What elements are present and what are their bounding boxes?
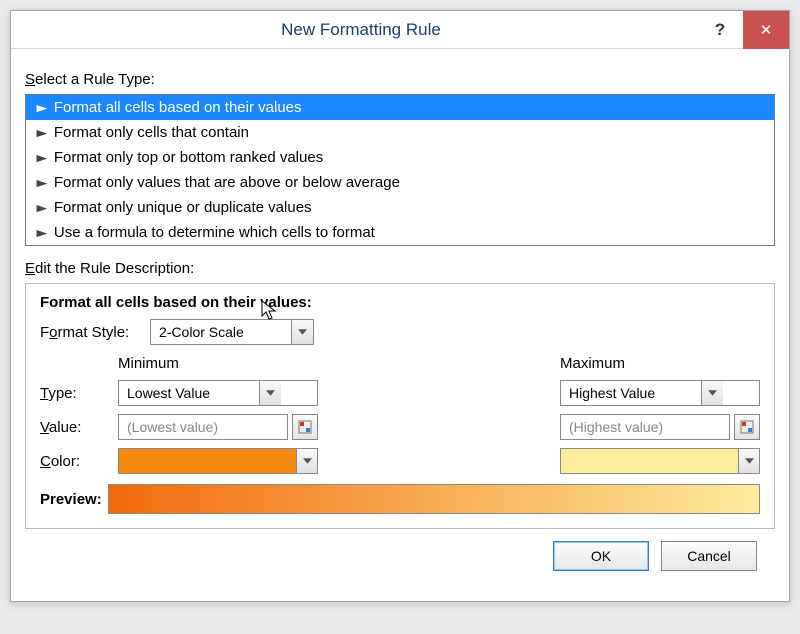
rule-desc-panel: Format all cells based on their values: … bbox=[25, 283, 775, 529]
chevron-down-icon[interactable] bbox=[291, 320, 313, 344]
format-style-select[interactable]: 2-Color Scale bbox=[150, 319, 314, 345]
chevron-down-icon[interactable] bbox=[296, 448, 318, 474]
window-title: New Formatting Rule bbox=[25, 20, 697, 40]
close-button[interactable]: ✕ bbox=[743, 11, 789, 49]
window-controls: ? ✕ bbox=[697, 11, 789, 49]
dialog-footer: OK Cancel bbox=[25, 529, 775, 587]
rule-type-item-label: Format only top or bottom ranked values bbox=[54, 149, 323, 166]
type-max-value: Highest Value bbox=[561, 381, 701, 405]
rule-type-item-3[interactable]: ► Format only values that are above or b… bbox=[26, 170, 774, 195]
format-style-label: Format Style: bbox=[40, 324, 150, 341]
type-max-select[interactable]: Highest Value bbox=[560, 380, 760, 406]
chevron-down-icon[interactable] bbox=[701, 381, 723, 405]
rule-desc-title: Format all cells based on their values: bbox=[40, 294, 760, 311]
color-max-swatch bbox=[560, 448, 738, 474]
rule-type-item-label: Use a formula to determine which cells t… bbox=[54, 224, 375, 241]
rule-type-item-0[interactable]: ► Format all cells based on their values bbox=[26, 95, 774, 120]
arrow-icon: ► bbox=[33, 151, 51, 165]
rule-type-list[interactable]: ► Format all cells based on their values… bbox=[25, 94, 775, 246]
rule-type-item-label: Format only unique or duplicate values bbox=[54, 199, 312, 216]
type-min-value: Lowest Value bbox=[119, 381, 259, 405]
minmax-grid: Type: Lowest Value Highest Value Value: … bbox=[40, 380, 760, 474]
arrow-icon: ► bbox=[33, 126, 51, 140]
range-picker-icon[interactable] bbox=[734, 414, 760, 440]
color-max-select[interactable] bbox=[560, 448, 760, 474]
color-min-select[interactable] bbox=[118, 448, 318, 474]
maximum-heading: Maximum bbox=[560, 355, 760, 372]
chevron-down-icon[interactable] bbox=[259, 381, 281, 405]
color-min-swatch bbox=[118, 448, 296, 474]
rule-type-item-1[interactable]: ► Format only cells that contain bbox=[26, 120, 774, 145]
dialog-body: Select a Rule Type: ► Format all cells b… bbox=[11, 49, 789, 601]
format-style-row: Format Style: 2-Color Scale bbox=[40, 319, 760, 345]
rule-type-item-label: Format only values that are above or bel… bbox=[54, 174, 400, 191]
value-max-row: (Highest value) bbox=[560, 414, 760, 440]
arrow-icon: ► bbox=[33, 101, 51, 115]
rule-type-item-2[interactable]: ► Format only top or bottom ranked value… bbox=[26, 145, 774, 170]
range-picker-icon[interactable] bbox=[292, 414, 318, 440]
format-style-value: 2-Color Scale bbox=[151, 320, 291, 344]
chevron-down-icon[interactable] bbox=[738, 448, 760, 474]
help-button[interactable]: ? bbox=[697, 11, 743, 49]
value-min-input[interactable]: (Lowest value) bbox=[118, 414, 288, 440]
minimum-heading: Minimum bbox=[118, 355, 318, 372]
preview-gradient bbox=[108, 484, 760, 514]
rule-type-label: Select a Rule Type: bbox=[25, 71, 775, 88]
arrow-icon: ► bbox=[33, 201, 51, 215]
value-max-input[interactable]: (Highest value) bbox=[560, 414, 730, 440]
value-min-row: (Lowest value) bbox=[118, 414, 318, 440]
rule-type-item-5[interactable]: ► Use a formula to determine which cells… bbox=[26, 220, 774, 245]
rule-type-item-label: Format all cells based on their values bbox=[54, 99, 302, 116]
rule-type-item-label: Format only cells that contain bbox=[54, 124, 249, 141]
rule-desc-label: Edit the Rule Description: bbox=[25, 260, 775, 277]
minmax-headers: Minimum Maximum bbox=[40, 355, 760, 374]
ok-button[interactable]: OK bbox=[553, 541, 649, 571]
cancel-button[interactable]: Cancel bbox=[661, 541, 757, 571]
arrow-icon: ► bbox=[33, 176, 51, 190]
arrow-icon: ► bbox=[33, 226, 51, 240]
dialog-window: New Formatting Rule ? ✕ Select a Rule Ty… bbox=[10, 10, 790, 602]
preview-row: Preview: bbox=[40, 484, 760, 514]
type-min-select[interactable]: Lowest Value bbox=[118, 380, 318, 406]
preview-label: Preview: bbox=[40, 491, 102, 508]
title-bar: New Formatting Rule ? ✕ bbox=[11, 11, 789, 49]
rule-type-item-4[interactable]: ► Format only unique or duplicate values bbox=[26, 195, 774, 220]
